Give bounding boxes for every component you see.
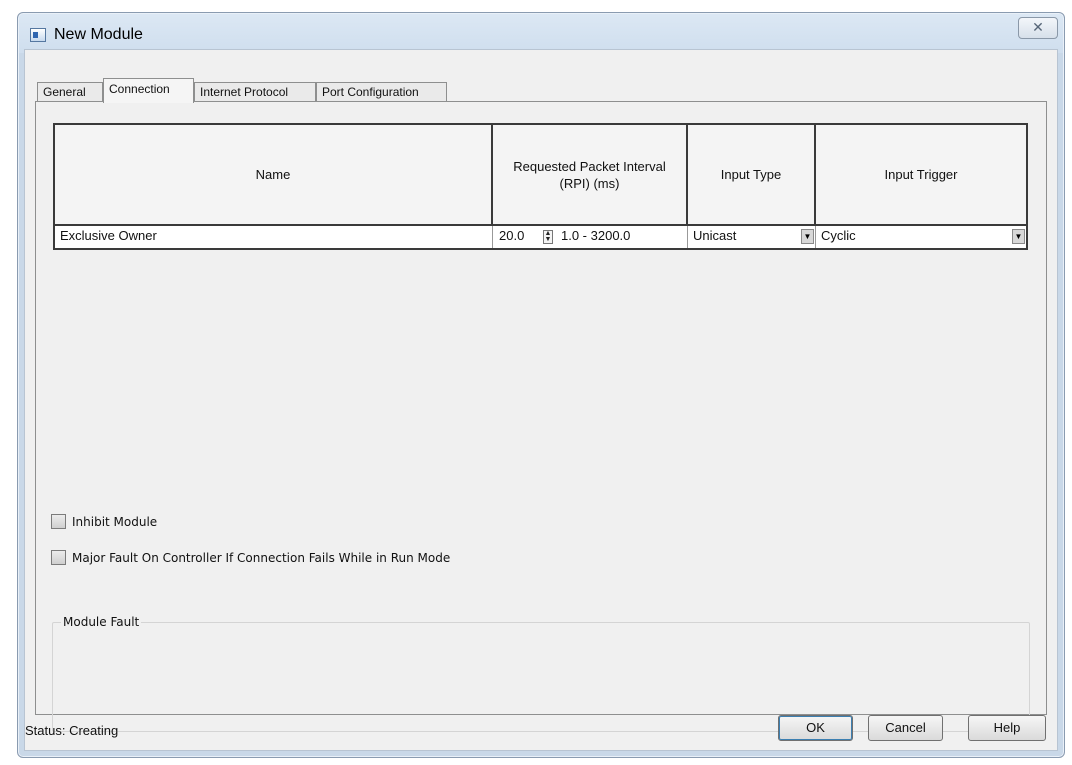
input-trigger-select[interactable]: Cyclic ▼ xyxy=(816,226,1026,248)
tab-internet-protocol[interactable]: Internet Protocol xyxy=(194,82,316,102)
inhibit-module-label: Inhibit Module xyxy=(72,514,158,529)
rpi-cell: 20.0 ▲ ▼ 1.0 - 3200.0 xyxy=(493,226,688,248)
input-type-dropdown-arrow-icon[interactable]: ▼ xyxy=(801,229,814,244)
column-header-rpi[interactable]: Requested Packet Interval (RPI) (ms) xyxy=(493,125,688,224)
major-fault-checkbox[interactable] xyxy=(51,550,66,565)
rpi-spinner-icon[interactable]: ▲ ▼ xyxy=(543,230,553,244)
status-text: Status: Creating xyxy=(25,723,119,738)
tab-general[interactable]: General xyxy=(37,82,103,102)
dialog-client-area: General Connection Internet Protocol Por… xyxy=(24,49,1058,751)
input-type-select[interactable]: Unicast ▼ xyxy=(688,226,816,248)
column-header-input-type[interactable]: Input Type xyxy=(688,125,816,224)
inhibit-module-checkbox[interactable] xyxy=(51,514,66,529)
tab-port-configuration[interactable]: Port Configuration xyxy=(316,82,447,102)
rpi-range: 1.0 - 3200.0 xyxy=(561,228,631,243)
column-header-input-trigger[interactable]: Input Trigger xyxy=(816,125,1026,224)
new-module-dialog: New Module ✕ General Connection Internet… xyxy=(17,12,1065,758)
window-title: New Module xyxy=(54,26,143,43)
major-fault-option[interactable]: Major Fault On Controller If Connection … xyxy=(51,550,450,565)
major-fault-label: Major Fault On Controller If Connection … xyxy=(72,550,451,565)
column-header-name[interactable]: Name xyxy=(55,125,493,224)
table-row[interactable]: Exclusive Owner 20.0 ▲ ▼ 1.0 - 3200.0 Uni… xyxy=(53,226,1028,250)
tab-connection[interactable]: Connection xyxy=(103,78,194,103)
module-fault-label: Module Fault xyxy=(61,615,142,629)
input-trigger-dropdown-arrow-icon[interactable]: ▼ xyxy=(1012,229,1025,244)
inhibit-module-option[interactable]: Inhibit Module xyxy=(51,514,157,529)
grid-header: Name Requested Packet Interval (RPI) (ms… xyxy=(53,123,1028,226)
input-type-value: Unicast xyxy=(693,228,737,243)
ok-button[interactable]: OK xyxy=(778,715,853,741)
connection-tab-panel: Name Requested Packet Interval (RPI) (ms… xyxy=(35,101,1047,732)
rpi-value[interactable]: 20.0 xyxy=(499,226,524,246)
input-trigger-value: Cyclic xyxy=(821,228,856,243)
connection-grid: Name Requested Packet Interval (RPI) (ms… xyxy=(53,123,1028,250)
help-button[interactable]: Help xyxy=(968,715,1046,741)
connection-name-cell[interactable]: Exclusive Owner xyxy=(55,226,493,248)
module-window-icon xyxy=(30,28,46,42)
close-button[interactable]: ✕ xyxy=(1018,17,1058,39)
cancel-button[interactable]: Cancel xyxy=(868,715,943,741)
